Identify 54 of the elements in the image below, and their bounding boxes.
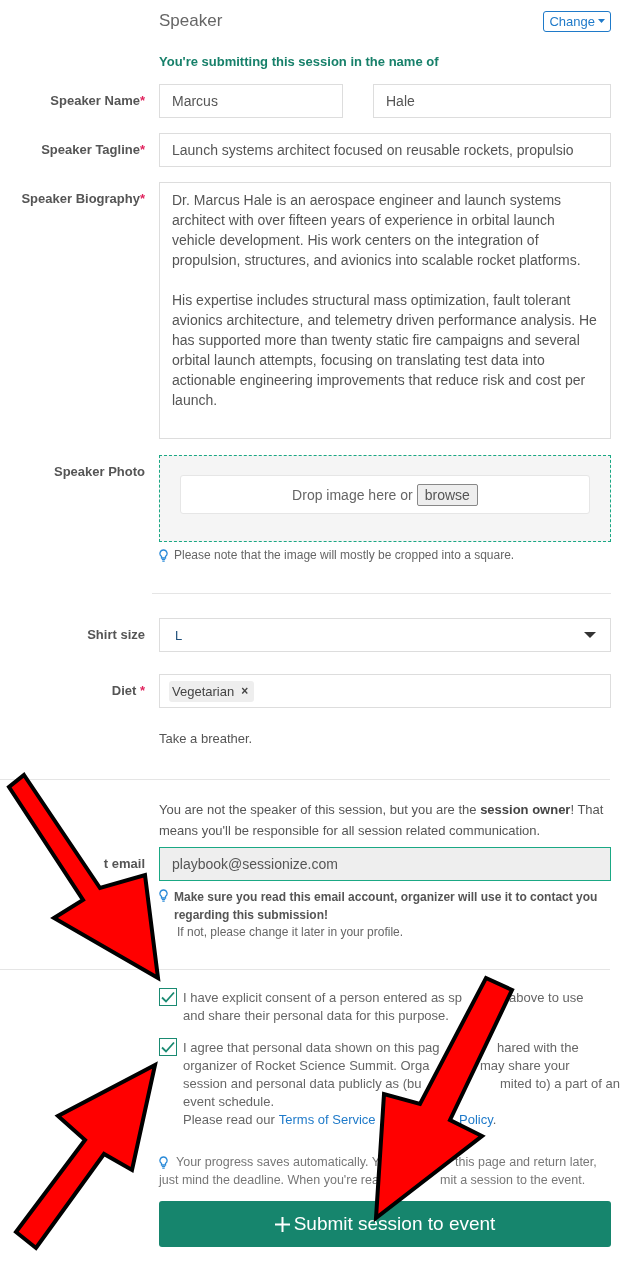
hint-text: Please note that the image will mostly be cropped into a square.: [174, 548, 515, 562]
consent-text: I have explicit consent of a person entered as sp: [183, 990, 462, 1005]
last-name-field[interactable]: Hale: [373, 84, 611, 118]
caret-icon: [598, 19, 605, 23]
hint-text: Make sure you read this email account, organizer will use it to contact you regarding this submission!: [174, 889, 599, 924]
consent-text: above to use: [509, 990, 584, 1005]
checkbox[interactable]: [159, 1038, 177, 1056]
field-label: t email: [103, 856, 145, 871]
lightbulb-icon: [159, 549, 168, 562]
field-label: Speaker Biography*: [20, 190, 145, 206]
change-button[interactable]: Change: [543, 10, 611, 32]
field-label: Speaker Photo: [52, 463, 145, 479]
caret-icon: [584, 632, 596, 638]
consent-text: event schedule.: [183, 1094, 275, 1109]
diet-field[interactable]: Vegetarian ×: [159, 674, 611, 708]
consent-text: I agree that personal data shown on this pag: [183, 1040, 440, 1055]
submit-button[interactable]: Submit session to event: [159, 1201, 611, 1247]
email-field[interactable]: playbook@sessionize.com: [159, 847, 611, 881]
diet-tag: Vegetarian ×: [169, 680, 255, 702]
owner-note: You are not the speaker of this session, but you are the session owner! That means you'll be responsible for all session related communication.: [159, 801, 605, 840]
consent-text: may share your: [480, 1058, 570, 1073]
checkmark-icon: [161, 991, 175, 1003]
lightbulb-icon: [159, 889, 168, 902]
field-label: Speaker Name*: [49, 92, 145, 108]
consent-text: hared with the: [497, 1040, 579, 1055]
section-title: Speaker: [159, 11, 223, 31]
consent-text: session and personal data publicly as (bu: [183, 1076, 422, 1091]
remove-tag-button[interactable]: ×: [239, 684, 251, 698]
tagline-field[interactable]: Launch systems architect focused on reusable rockets, propulsio: [159, 133, 611, 167]
intro-text: You're submitting this session in the name of: [159, 54, 440, 69]
consent-text: organizer of Rocket Science Summit. Orga: [183, 1058, 430, 1073]
browse-button[interactable]: browse: [416, 483, 478, 506]
breather-text: Take a breather.: [159, 730, 254, 748]
photo-dropzone[interactable]: Drop image here or browse: [159, 455, 611, 542]
file-field[interactable]: Drop image here or browse: [180, 475, 590, 514]
link[interactable]: Terms of Service: [278, 1112, 376, 1127]
hint-text: If not, please change it later in your profile.: [176, 924, 405, 940]
drop-text: Drop image here or: [292, 486, 413, 503]
progress-text: mit a session to the event.: [440, 1173, 586, 1187]
first-name-field[interactable]: Marcus: [159, 84, 343, 118]
lightbulb-icon: [159, 1156, 168, 1169]
field-label: Diet *: [110, 682, 145, 698]
consent-text: and share their personal data for this purpose.: [183, 1008, 449, 1023]
consent-text: Please read our: [183, 1112, 275, 1127]
shirt-size-select[interactable]: L: [159, 618, 611, 652]
consent-text: mited to) a part of an: [500, 1076, 620, 1091]
plus-icon: [274, 1216, 290, 1232]
field-label: Speaker Tagline*: [40, 141, 145, 157]
checkbox[interactable]: [159, 988, 177, 1006]
field-label: Shirt size: [86, 626, 145, 642]
link[interactable]: Policy: [459, 1112, 493, 1127]
progress-text: this page and return later,: [455, 1155, 597, 1169]
biography-field[interactable]: Dr. Marcus Hale is an aerospace engineer and launch systems architect with over fifteen years of experience in orbital launch vehicle development. His work centers on the integration of propulsion, structures, and avionics into scalable rocket platforms. His expertise includes structural mass optimization, fault tolerant avionics architecture, and telemetry driven performance analysis. He has supported more than twenty static fire campaigns and several orbital launch attempts, focusing on translating test data into actionable engineering improvements that reduce risk and cost per launch.: [159, 182, 611, 439]
checkmark-icon: [161, 1041, 175, 1053]
